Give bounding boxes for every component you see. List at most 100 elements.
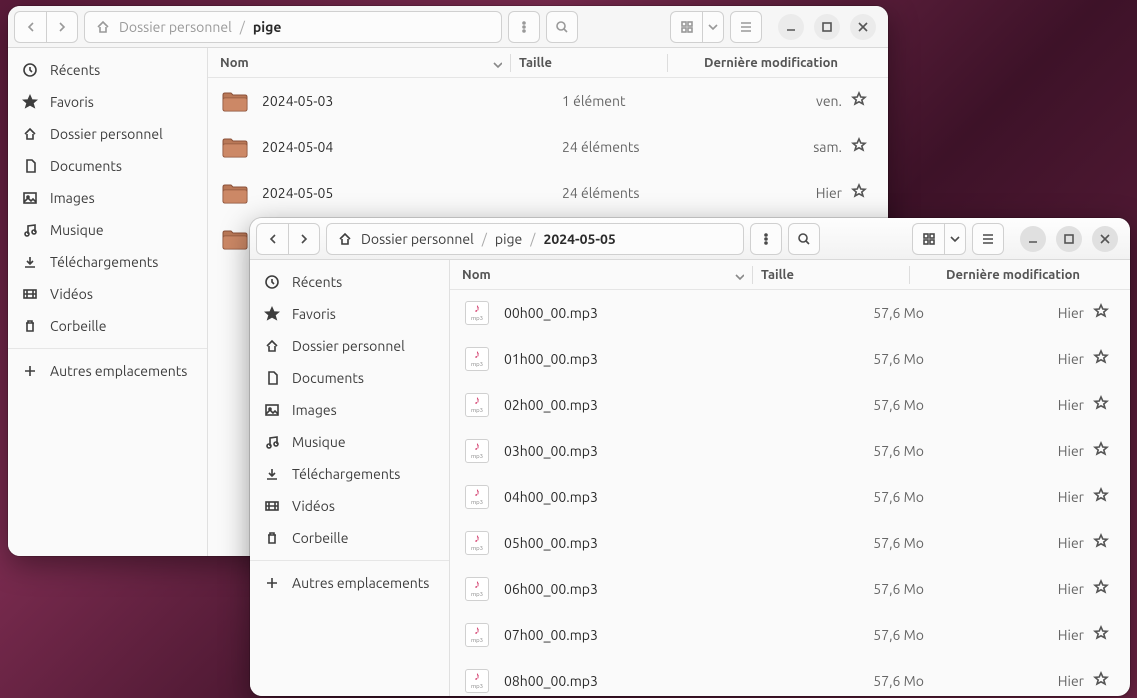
sidebar-item-home[interactable]: Dossier personnel [8, 118, 207, 150]
mp3-file-icon: ♪mp3 [465, 439, 489, 463]
file-date: Hier [944, 397, 1084, 413]
star-button[interactable] [1084, 349, 1118, 368]
table-row[interactable]: 2024-05-031 élémentven. [208, 78, 888, 124]
path-segment-current[interactable]: pige [253, 19, 282, 35]
table-row[interactable]: ♪mp308h00_00.mp357,6 MoHier [450, 658, 1130, 696]
trash-icon [22, 318, 38, 334]
table-row[interactable]: ♪mp306h00_00.mp357,6 MoHier [450, 566, 1130, 612]
sidebar-item-images[interactable]: Images [250, 394, 449, 426]
sidebar-item-favorites[interactable]: Favoris [250, 298, 449, 330]
column-size[interactable]: Taille [519, 56, 659, 70]
nav-buttons [256, 223, 320, 255]
star-button[interactable] [1084, 671, 1118, 690]
table-row[interactable]: ♪mp304h00_00.mp357,6 MoHier [450, 474, 1130, 520]
star-button[interactable] [1084, 487, 1118, 506]
list-view-button[interactable] [972, 223, 1004, 255]
column-name[interactable]: Nom [220, 56, 502, 70]
path-segment[interactable]: pige [495, 231, 522, 247]
close-button[interactable] [850, 14, 876, 40]
star-button[interactable] [1084, 303, 1118, 322]
search-button[interactable] [546, 11, 578, 43]
chevron-down-icon [732, 269, 744, 281]
star-button[interactable] [842, 183, 876, 202]
column-name[interactable]: Nom [462, 268, 744, 282]
more-options-button[interactable] [508, 11, 540, 43]
sidebar-item-favorites[interactable]: Favoris [8, 86, 207, 118]
star-button[interactable] [1084, 533, 1118, 552]
home-icon [22, 126, 38, 142]
file-size: 57,6 Mo [804, 489, 944, 505]
file-name: 00h00_00.mp3 [504, 305, 804, 321]
sidebar-item-trash[interactable]: Corbeille [250, 522, 449, 554]
view-dropdown-button[interactable] [944, 223, 966, 255]
video-icon [22, 286, 38, 302]
column-size[interactable]: Taille [761, 268, 901, 282]
window-controls [778, 14, 876, 40]
table-row[interactable]: ♪mp305h00_00.mp357,6 MoHier [450, 520, 1130, 566]
maximize-button[interactable] [814, 14, 840, 40]
sidebar-item-videos[interactable]: Vidéos [8, 278, 207, 310]
column-modified[interactable]: Dernière modification [676, 56, 876, 70]
sidebar-item-videos[interactable]: Vidéos [250, 490, 449, 522]
headerbar: Dossier personnel / pige / 2024-05-05 [250, 218, 1130, 260]
search-button[interactable] [788, 223, 820, 255]
table-row[interactable]: ♪mp307h00_00.mp357,6 MoHier [450, 612, 1130, 658]
file-size: 57,6 Mo [804, 581, 944, 597]
file-name: 02h00_00.mp3 [504, 397, 804, 413]
sidebar-item-images[interactable]: Images [8, 182, 207, 214]
back-button[interactable] [14, 11, 46, 43]
sidebar-item-documents[interactable]: Documents [250, 362, 449, 394]
list-view-button[interactable] [730, 11, 762, 43]
sidebar-item-other-locations[interactable]: Autres emplacements [250, 567, 449, 599]
view-switcher [670, 11, 724, 43]
table-row[interactable]: ♪mp301h00_00.mp357,6 MoHier [450, 336, 1130, 382]
path-segment[interactable]: Dossier personnel [361, 231, 474, 247]
sidebar-item-music[interactable]: Musique [8, 214, 207, 246]
minimize-button[interactable] [1020, 226, 1046, 252]
path-segment-current[interactable]: 2024-05-05 [543, 231, 615, 247]
sidebar-item-music[interactable]: Musique [250, 426, 449, 458]
star-button[interactable] [842, 137, 876, 156]
file-date: Hier [944, 535, 1084, 551]
column-modified[interactable]: Dernière modification [918, 268, 1118, 282]
clock-icon [22, 62, 38, 78]
grid-view-button[interactable] [670, 11, 702, 43]
file-size: 24 éléments [562, 139, 702, 155]
view-dropdown-button[interactable] [702, 11, 724, 43]
star-button[interactable] [1084, 625, 1118, 644]
sidebar-item-recents[interactable]: Récents [250, 266, 449, 298]
table-row[interactable]: ♪mp300h00_00.mp357,6 MoHier [450, 290, 1130, 336]
sidebar-item-other-locations[interactable]: Autres emplacements [8, 355, 207, 387]
star-button[interactable] [842, 91, 876, 110]
sidebar: Récents Favoris Dossier personnel Docume… [8, 48, 208, 556]
star-button[interactable] [1084, 395, 1118, 414]
path-segment[interactable]: Dossier personnel [119, 19, 232, 35]
file-name: 07h00_00.mp3 [504, 627, 804, 643]
sidebar-item-home[interactable]: Dossier personnel [250, 330, 449, 362]
maximize-button[interactable] [1056, 226, 1082, 252]
sidebar-item-recents[interactable]: Récents [8, 54, 207, 86]
path-bar[interactable]: Dossier personnel / pige [84, 11, 502, 43]
forward-button[interactable] [288, 223, 320, 255]
sidebar-item-downloads[interactable]: Téléchargements [250, 458, 449, 490]
star-button[interactable] [1084, 441, 1118, 460]
forward-button[interactable] [46, 11, 78, 43]
star-button[interactable] [1084, 579, 1118, 598]
path-bar[interactable]: Dossier personnel / pige / 2024-05-05 [326, 223, 744, 255]
sidebar-item-documents[interactable]: Documents [8, 150, 207, 182]
sidebar-item-downloads[interactable]: Téléchargements [8, 246, 207, 278]
star-icon [264, 306, 280, 322]
table-row[interactable]: 2024-05-0424 élémentssam. [208, 124, 888, 170]
minimize-button[interactable] [778, 14, 804, 40]
sidebar-item-trash[interactable]: Corbeille [8, 310, 207, 342]
file-date: Hier [944, 581, 1084, 597]
table-row[interactable]: ♪mp302h00_00.mp357,6 MoHier [450, 382, 1130, 428]
table-row[interactable]: ♪mp303h00_00.mp357,6 MoHier [450, 428, 1130, 474]
close-button[interactable] [1092, 226, 1118, 252]
image-icon [22, 190, 38, 206]
back-button[interactable] [256, 223, 288, 255]
grid-view-button[interactable] [912, 223, 944, 255]
star-outline-icon [1093, 395, 1109, 411]
table-row[interactable]: 2024-05-0524 élémentsHier [208, 170, 888, 216]
more-options-button[interactable] [750, 223, 782, 255]
